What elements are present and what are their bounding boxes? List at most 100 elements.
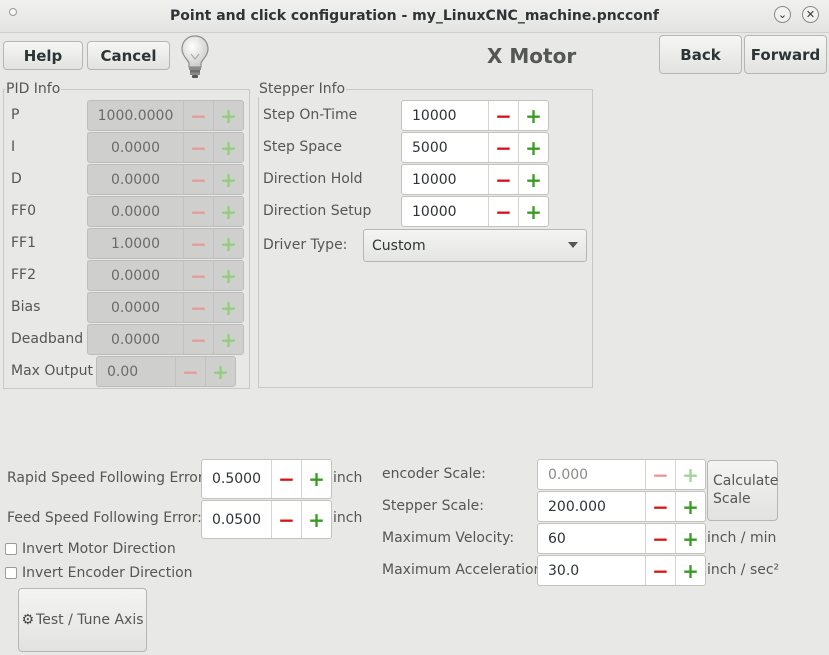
increment-button[interactable]: + bbox=[213, 261, 243, 290]
pid-ff2-value[interactable]: 0.0000 bbox=[88, 261, 183, 290]
decrement-button[interactable]: − bbox=[645, 460, 675, 489]
plus-icon: + bbox=[525, 199, 542, 224]
decrement-button[interactable]: − bbox=[183, 165, 213, 194]
back-button[interactable]: Back bbox=[659, 35, 742, 74]
invert-motor-checkbox[interactable] bbox=[5, 543, 17, 555]
decrement-button[interactable]: − bbox=[488, 133, 518, 162]
decrement-button[interactable]: − bbox=[271, 460, 301, 498]
plus-icon: + bbox=[220, 103, 237, 128]
increment-button[interactable]: + bbox=[213, 197, 243, 226]
pid-deadband-value[interactable]: 0.0000 bbox=[88, 325, 183, 354]
calculate-scale-label-line1: Calculate bbox=[713, 473, 779, 489]
increment-button[interactable]: + bbox=[301, 460, 331, 498]
invert-encoder-label[interactable]: Invert Encoder Direction bbox=[22, 565, 193, 581]
increment-button[interactable]: + bbox=[213, 293, 243, 322]
step-on-time-spin[interactable]: 10000 − + bbox=[401, 100, 549, 131]
increment-button[interactable]: + bbox=[675, 556, 705, 585]
direction-setup-spin[interactable]: 10000 − + bbox=[401, 196, 549, 227]
increment-button[interactable]: + bbox=[675, 460, 705, 489]
invert-motor-label[interactable]: Invert Motor Direction bbox=[22, 541, 176, 557]
plus-icon: + bbox=[308, 507, 325, 532]
direction-hold-value[interactable]: 10000 bbox=[402, 165, 488, 194]
max-velocity-value[interactable]: 60 bbox=[538, 524, 645, 553]
pid-p-spin[interactable]: 1000.0000 − + bbox=[87, 100, 244, 131]
decrement-button[interactable]: − bbox=[183, 133, 213, 162]
pid-bias-spin[interactable]: 0.0000 − + bbox=[87, 292, 244, 323]
cancel-button[interactable]: Cancel bbox=[87, 41, 170, 70]
minus-icon: − bbox=[182, 359, 199, 384]
increment-button[interactable]: + bbox=[213, 325, 243, 354]
rapid-error-spin[interactable]: 0.5000 − + bbox=[201, 459, 332, 499]
increment-button[interactable]: + bbox=[675, 524, 705, 553]
increment-button[interactable]: + bbox=[518, 197, 548, 226]
stepper-scale-value[interactable]: 200.000 bbox=[538, 492, 645, 521]
decrement-button[interactable]: − bbox=[183, 197, 213, 226]
stepper-scale-spin[interactable]: 200.000 − + bbox=[537, 491, 706, 522]
decrement-button[interactable]: − bbox=[271, 501, 301, 538]
test-tune-axis-button[interactable]: ⚙ Test / Tune Axis bbox=[18, 588, 147, 652]
feed-error-spin[interactable]: 0.0500 − + bbox=[201, 500, 332, 539]
pid-deadband-spin[interactable]: 0.0000 − + bbox=[87, 324, 244, 355]
decrement-button[interactable]: − bbox=[488, 101, 518, 130]
pid-max-output-spin[interactable]: 0.00 − + bbox=[96, 356, 236, 387]
increment-button[interactable]: + bbox=[675, 492, 705, 521]
rapid-error-label: Rapid Speed Following Error: bbox=[7, 470, 209, 486]
decrement-button[interactable]: − bbox=[183, 261, 213, 290]
pid-max-output-label: Max Output bbox=[11, 363, 94, 379]
encoder-scale-spin[interactable]: 0.000 − + bbox=[537, 459, 706, 490]
decrement-button[interactable]: − bbox=[183, 229, 213, 258]
pid-d-spin[interactable]: 0.0000 − + bbox=[87, 164, 244, 195]
increment-button[interactable]: + bbox=[518, 101, 548, 130]
direction-hold-spin[interactable]: 10000 − + bbox=[401, 164, 549, 195]
minus-icon: − bbox=[278, 467, 295, 491]
decrement-button[interactable]: − bbox=[645, 492, 675, 521]
decrement-button[interactable]: − bbox=[488, 165, 518, 194]
pid-ff1-value[interactable]: 1.0000 bbox=[88, 229, 183, 258]
max-acceleration-value[interactable]: 30.0 bbox=[538, 556, 645, 585]
pid-ff0-spin[interactable]: 0.0000 − + bbox=[87, 196, 244, 227]
increment-button[interactable]: + bbox=[213, 133, 243, 162]
increment-button[interactable]: + bbox=[213, 101, 243, 130]
decrement-button[interactable]: − bbox=[183, 293, 213, 322]
pid-p-value[interactable]: 1000.0000 bbox=[88, 101, 183, 130]
decrement-button[interactable]: − bbox=[645, 556, 675, 585]
increment-button[interactable]: + bbox=[518, 165, 548, 194]
decrement-button[interactable]: − bbox=[183, 325, 213, 354]
step-on-time-value[interactable]: 10000 bbox=[402, 101, 488, 130]
increment-button[interactable]: + bbox=[518, 133, 548, 162]
decrement-button[interactable]: − bbox=[183, 101, 213, 130]
increment-button[interactable]: + bbox=[213, 165, 243, 194]
driver-type-combo[interactable]: Custom bbox=[363, 229, 587, 262]
minus-icon: − bbox=[278, 507, 295, 532]
feed-error-value[interactable]: 0.0500 bbox=[202, 501, 271, 538]
pid-max-output-value[interactable]: 0.00 bbox=[97, 357, 175, 386]
help-button[interactable]: Help bbox=[3, 41, 83, 70]
direction-setup-value[interactable]: 10000 bbox=[402, 197, 488, 226]
pid-ff2-spin[interactable]: 0.0000 − + bbox=[87, 260, 244, 291]
step-space-spin[interactable]: 5000 − + bbox=[401, 132, 549, 163]
step-space-value[interactable]: 5000 bbox=[402, 133, 488, 162]
pid-ff1-spin[interactable]: 1.0000 − + bbox=[87, 228, 244, 259]
encoder-scale-value[interactable]: 0.000 bbox=[538, 460, 645, 489]
pid-ff0-value[interactable]: 0.0000 bbox=[88, 197, 183, 226]
increment-button[interactable]: + bbox=[205, 357, 235, 386]
decrement-button[interactable]: − bbox=[175, 357, 205, 386]
invert-encoder-checkbox[interactable] bbox=[5, 567, 17, 579]
minus-icon: − bbox=[495, 103, 512, 128]
pid-i-spin[interactable]: 0.0000 − + bbox=[87, 132, 244, 163]
pid-d-value[interactable]: 0.0000 bbox=[88, 165, 183, 194]
decrement-button[interactable]: − bbox=[488, 197, 518, 226]
increment-button[interactable]: + bbox=[213, 229, 243, 258]
pid-i-value[interactable]: 0.0000 bbox=[88, 133, 183, 162]
dropdown-arrow-icon bbox=[568, 242, 578, 248]
calculate-scale-button[interactable]: Calculate Scale bbox=[707, 460, 778, 521]
increment-button[interactable]: + bbox=[301, 501, 331, 538]
close-icon[interactable]: ✕ bbox=[802, 6, 819, 23]
forward-button[interactable]: Forward bbox=[744, 35, 827, 74]
pid-bias-value[interactable]: 0.0000 bbox=[88, 293, 183, 322]
max-velocity-spin[interactable]: 60 − + bbox=[537, 523, 706, 554]
minimize-icon[interactable]: ⌄ bbox=[774, 6, 791, 23]
decrement-button[interactable]: − bbox=[645, 524, 675, 553]
rapid-error-value[interactable]: 0.5000 bbox=[202, 460, 271, 498]
max-acceleration-spin[interactable]: 30.0 − + bbox=[537, 555, 706, 586]
